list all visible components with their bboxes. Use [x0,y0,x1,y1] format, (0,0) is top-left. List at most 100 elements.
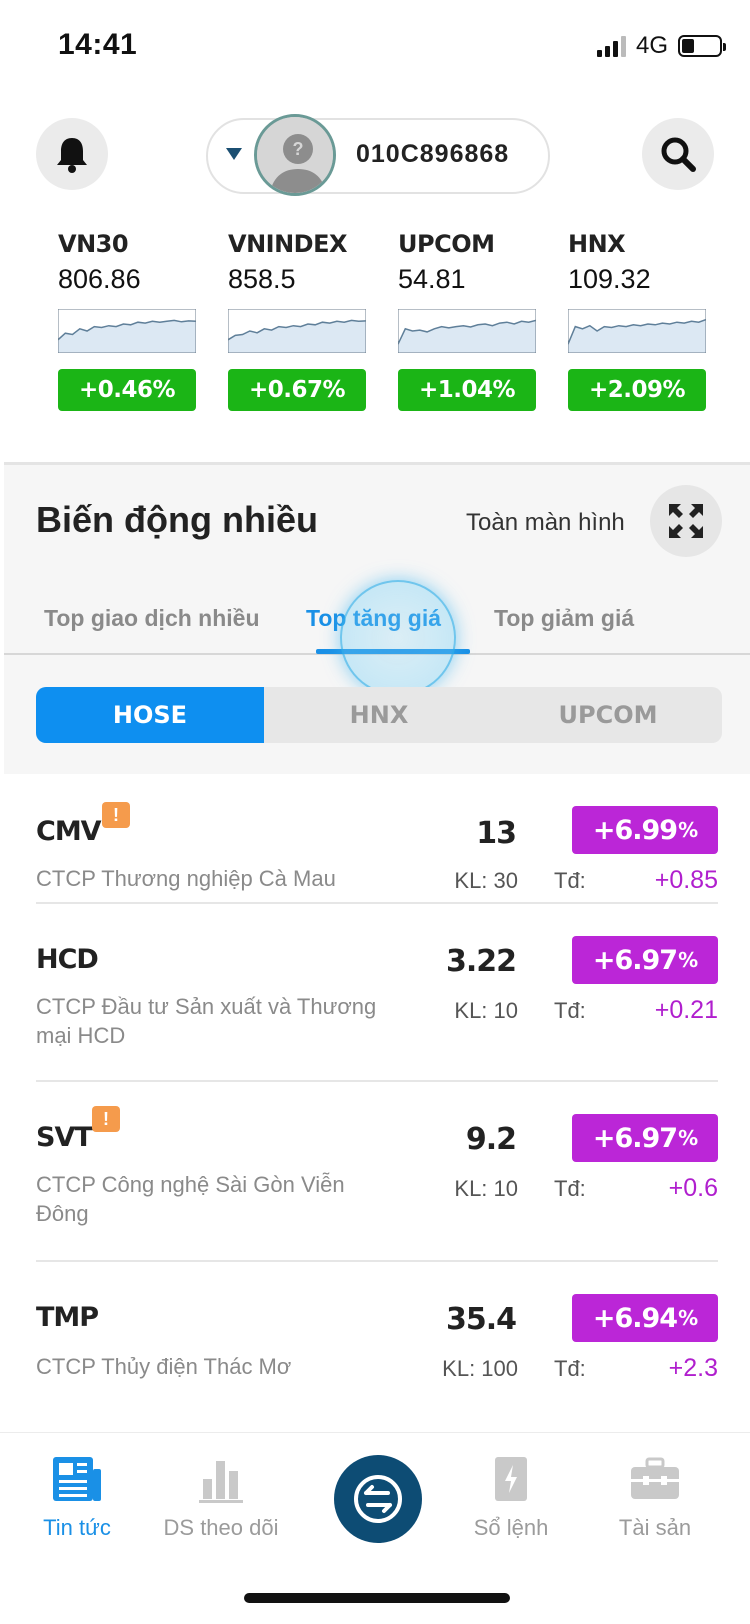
account-selector[interactable]: ? 010C896868 [206,114,550,196]
index-value: 54.81 [398,264,466,294]
status-indicators: 4G [596,32,726,60]
change-value: +0.85 [654,866,718,894]
nav-news[interactable]: Tin tức [2,1453,152,1541]
change-percent-badge: +6.99% [572,806,718,854]
stock-volume: KL: 30 [454,868,518,893]
notification-button[interactable] [36,118,108,190]
stock-code: CMV [36,816,102,847]
index-sparkline [568,309,706,353]
index-value: 806.86 [58,264,141,294]
exchange-hnx[interactable]: HNX [265,687,493,743]
nav-watchlist[interactable]: DS theo dõi [146,1453,296,1541]
change-percent: +6.99 [592,814,678,846]
search-icon [661,137,696,172]
tab-top-volume[interactable]: Top giao dịch nhiều [44,605,260,632]
index-change-badge: +2.09% [568,369,706,411]
section-title: Biến động nhiều [36,499,318,540]
movers-section: Biến động nhiều Toàn màn hình Top giao d… [4,462,750,774]
change-value: +0.21 [654,996,718,1024]
change-percent: +6.97 [592,944,678,976]
index-card-hnx[interactable]: HNX 109.32 +2.09% [568,230,706,411]
header: ? 010C896868 [0,110,750,200]
network-label: 4G [635,32,668,59]
index-card-vn30[interactable]: VN30 806.86 +0.46% [58,230,196,411]
change-percent-badge: +6.94% [572,1294,718,1342]
warning-icon: ! [92,1106,120,1132]
market-indices: VN30 806.86 +0.46% VNINDEX 858.5 +0.67% … [0,230,750,430]
index-card-upcom[interactable]: UPCOM 54.81 +1.04% [398,230,536,411]
exchange-upcom[interactable]: UPCOM [494,687,722,743]
nav-label: Tài sản [618,1515,692,1540]
stock-volume: KL: 10 [454,998,518,1023]
stock-row[interactable]: CMV ! CTCP Thương nghiệp Cà Mau 13 KL: 3… [36,774,718,904]
index-name: UPCOM [398,230,495,258]
index-name: VN30 [58,230,129,258]
battery-icon [678,35,726,57]
stock-name: CTCP Đầu tư Sản xuất và Thương mại HCD [36,994,377,1048]
avatar: ? [254,114,336,196]
change-value: +0.6 [668,1174,718,1202]
nav-label: Sổ lệnh [473,1515,549,1540]
index-value: 109.32 [568,264,651,294]
percent-sign: % [678,1306,698,1330]
exchange-selector: HOSE HNX UPCOM [36,687,722,743]
touch-ripple [340,580,456,696]
status-bar: 14:41 4G [0,0,750,90]
stock-name: CTCP Công nghệ Sài Gòn Viễn Đông [36,1172,345,1226]
change-percent: +6.97 [592,1122,678,1154]
stock-row[interactable]: TMP CTCP Thủy điện Thác Mơ 35.4 KL: 100 … [36,1262,718,1432]
sparkline-area [58,320,196,353]
nav-label: Tin tức [43,1515,111,1540]
index-card-vnindex[interactable]: VNINDEX 858.5 +0.67% [228,230,366,411]
trade-button[interactable] [334,1455,422,1543]
bar-chart-icon [199,1461,243,1503]
tab-top-losers[interactable]: Top giảm giá [494,605,634,632]
index-sparkline [228,309,366,353]
stock-row[interactable]: SVT ! CTCP Công nghệ Sài Gòn Viễn Đông 9… [36,1082,718,1262]
stock-price: 3.22 [445,944,517,979]
order-book-icon [495,1457,527,1501]
account-number: 010C896868 [356,140,510,168]
sparkline-area [398,320,536,353]
nav-order-book[interactable]: Sổ lệnh [436,1453,586,1541]
exchange-hose[interactable]: HOSE [36,687,264,743]
nav-label: DS theo dõi [163,1515,279,1540]
change-label: Tđ: [554,1176,586,1201]
stock-code: TMP [36,1302,99,1333]
signal-icon [596,35,626,57]
change-percent: +6.94 [592,1302,678,1334]
stock-code: SVT [36,1122,93,1153]
change-value: +2.3 [668,1354,718,1382]
home-indicator [244,1593,510,1603]
percent-sign: % [678,948,698,972]
index-sparkline [58,309,196,353]
stock-price: 35.4 [445,1302,517,1337]
index-name: HNX [568,230,626,258]
change-label: Tđ: [554,868,586,893]
fullscreen-label[interactable]: Toàn màn hình [466,509,625,537]
index-name: VNINDEX [228,230,348,258]
nav-assets[interactable]: Tài sản [580,1453,730,1541]
search-button[interactable] [642,118,714,190]
index-change-badge: +1.04% [398,369,536,411]
status-time: 14:41 [58,28,138,61]
sparkline-area [228,320,366,353]
change-label: Tđ: [554,1356,586,1381]
fullscreen-button[interactable] [650,485,722,557]
stock-code: HCD [36,944,99,975]
warning-icon: ! [102,802,130,828]
stock-volume: KL: 100 [442,1356,518,1381]
expand-icon [669,504,703,538]
percent-sign: % [678,818,698,842]
svg-text:?: ? [293,139,304,159]
stock-list: CMV ! CTCP Thương nghiệp Cà Mau 13 KL: 3… [0,774,750,1432]
index-change-badge: +0.46% [58,369,196,411]
change-percent-badge: +6.97% [572,936,718,984]
change-percent-badge: +6.97% [572,1114,718,1162]
stock-price: 9.2 [465,1122,517,1157]
stock-volume: KL: 10 [454,1176,518,1201]
percent-sign: % [678,1126,698,1150]
index-value: 858.5 [228,264,296,294]
stock-row[interactable]: HCD CTCP Đầu tư Sản xuất và Thương mại H… [36,904,718,1082]
stock-price: 13 [476,816,517,851]
